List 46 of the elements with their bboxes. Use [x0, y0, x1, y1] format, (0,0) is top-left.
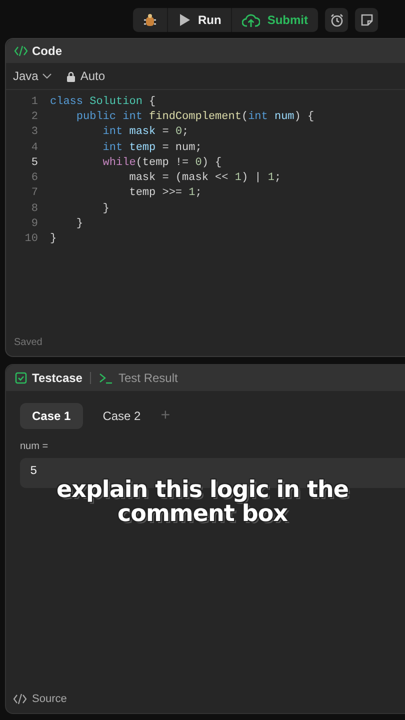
line-number: 3	[30, 126, 39, 138]
case-tab[interactable]: Case 1	[20, 403, 83, 429]
alarm-clock-icon	[330, 13, 344, 27]
code-line: }	[75, 218, 84, 230]
cloud-upload-icon	[242, 12, 260, 28]
code-line: int temp = num;	[102, 142, 202, 154]
timer-button[interactable]	[325, 8, 348, 32]
language-dropdown[interactable]: Java	[13, 69, 52, 83]
code-line: temp >>= 1;	[128, 187, 202, 200]
line-number: 8	[30, 202, 39, 215]
panel-tab[interactable]: Testcase	[15, 371, 82, 385]
code-line: class Solution {	[50, 96, 156, 108]
line-number: 6	[30, 172, 39, 184]
bug-icon[interactable]	[143, 13, 157, 27]
submit-button[interactable]: Submit	[231, 8, 318, 32]
note-icon	[360, 13, 374, 27]
caption-text: comment box	[118, 502, 288, 526]
case-tab[interactable]: Case 2	[90, 403, 153, 429]
note-button[interactable]	[355, 8, 378, 32]
code-line: while(temp != 0) {	[102, 156, 222, 169]
terminal-icon	[99, 372, 114, 384]
code-line: }	[102, 202, 110, 215]
code-line: }	[50, 233, 57, 246]
save-status: Saved	[13, 337, 44, 350]
code-icon	[13, 693, 27, 705]
chevron-down-icon	[42, 72, 52, 80]
line-number: 2	[30, 110, 39, 123]
line-number: 9	[30, 218, 39, 230]
line-number: 4	[30, 142, 39, 154]
run-button[interactable]: Run	[167, 8, 232, 32]
play-icon	[178, 13, 191, 27]
code-line: public int findComplement(int num) {	[75, 110, 314, 123]
parameter-label: num =	[19, 440, 50, 452]
line-number: 7	[30, 187, 39, 200]
code-line: mask = (mask << 1) | 1;	[128, 172, 282, 184]
autocomplete-mode: Auto	[80, 69, 106, 83]
line-number: 10	[24, 233, 39, 246]
code-line: int mask = 0;	[102, 126, 189, 138]
code-icon	[14, 45, 28, 57]
checkbox-icon	[15, 372, 27, 384]
source-link[interactable]: Source	[32, 693, 67, 705]
line-number: 5	[30, 156, 39, 169]
panel-title: Code	[32, 44, 62, 58]
lock-icon	[66, 70, 76, 82]
line-number: 1	[30, 96, 39, 108]
panel-tab[interactable]: Test Result	[99, 371, 178, 385]
